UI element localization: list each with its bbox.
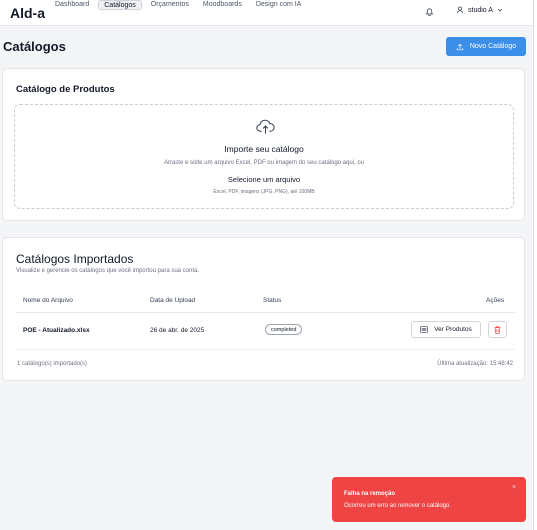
nav-design-ia[interactable]: Design com IA xyxy=(251,0,307,10)
trash-icon xyxy=(494,325,501,334)
column-header-actions: Ações xyxy=(486,297,505,304)
nav-catalogos[interactable]: Catálogos xyxy=(98,0,142,10)
nav-moodboards[interactable]: Moodboards xyxy=(198,0,247,10)
dropzone-subtitle: Arraste e solte um arquivo Excel, PDF ou… xyxy=(163,160,365,166)
imported-subtitle: Visualize e gerencie os catálogos que vo… xyxy=(16,268,200,274)
dropzone-title: Importe seu catálogo xyxy=(224,144,304,154)
delete-catalog-button[interactable] xyxy=(488,321,507,338)
new-catalog-label: Novo Catálogo xyxy=(469,43,517,50)
upload-dropzone[interactable]: Importe seu catálogo Arraste e solte um … xyxy=(14,104,514,209)
imported-catalogs-card: Catálogos Importados Visualize e gerenci… xyxy=(2,237,525,381)
product-catalog-card: Catálogo de Produtos Importe seu catálog… xyxy=(2,68,525,221)
view-products-button[interactable]: Ver Produtos xyxy=(411,321,481,338)
chevron-down-icon xyxy=(497,8,502,12)
row-file-name: POE - Atualizado.xlsx xyxy=(23,327,90,334)
close-icon[interactable]: × xyxy=(512,484,516,491)
nav-orcamentos[interactable]: Orçamentos xyxy=(146,0,194,10)
toast-title: Falha na remoção xyxy=(344,491,396,497)
new-catalog-button[interactable]: Novo Catálogo xyxy=(446,37,526,56)
nav-dashboard[interactable]: Dashboard xyxy=(50,0,94,10)
table-row-divider xyxy=(15,349,515,350)
imported-title: Catálogos Importados xyxy=(16,252,134,266)
user-menu[interactable]: studio A xyxy=(456,6,503,14)
top-navbar: Ald-a Dashboard Catálogos Orçamentos Moo… xyxy=(0,0,533,26)
upload-icon xyxy=(456,43,464,50)
catalog-count: 1 catálogo(s) importado(s) xyxy=(17,361,88,367)
view-products-label: Ver Produtos xyxy=(434,326,472,333)
column-header-status: Status xyxy=(263,297,282,304)
row-upload-date: 26 de abr. de 2025 xyxy=(150,327,205,334)
list-icon xyxy=(420,326,429,333)
table-header-divider xyxy=(15,312,515,313)
user-name: studio A xyxy=(468,6,493,14)
last-updated: Última atualização: 15:48:42 xyxy=(437,361,513,367)
product-catalog-title: Catálogo de Produtos xyxy=(16,84,115,95)
status-badge: completed xyxy=(265,324,303,335)
error-toast: Falha na remoção Ocorreu um erro ao remo… xyxy=(332,477,526,522)
cloud-upload-icon xyxy=(256,119,275,134)
column-header-file: Nome do Arquivo xyxy=(23,297,73,304)
user-icon xyxy=(456,6,464,14)
main-nav: Dashboard Catálogos Orçamentos Moodboard… xyxy=(50,0,310,10)
page-title: Catálogos xyxy=(3,39,66,54)
select-file-link[interactable]: Selecione um arquivo xyxy=(15,175,513,184)
column-header-date: Data de Upload xyxy=(150,297,196,304)
bell-icon[interactable] xyxy=(425,7,434,16)
dropzone-hint: Excel, PDF, imagens (JPG, PNG), até 100M… xyxy=(213,189,315,195)
app-logo[interactable]: Ald-a xyxy=(10,5,45,21)
toast-message: Ocorreu um erro ao remover o catálogo. xyxy=(344,503,452,509)
